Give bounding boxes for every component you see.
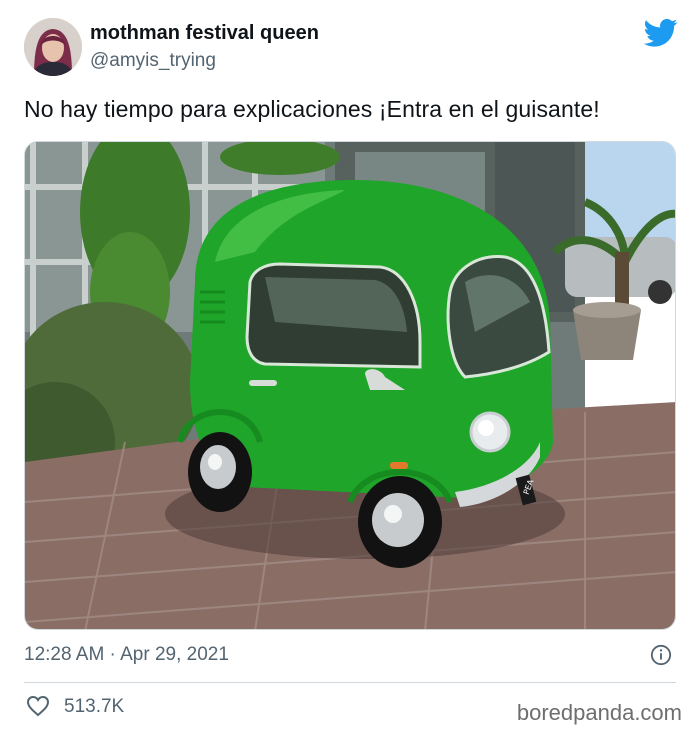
display-name[interactable]: mothman festival queen — [90, 22, 319, 45]
avatar[interactable] — [24, 18, 82, 76]
tweet-text: No hay tiempo para explicaciones ¡Entra … — [24, 96, 600, 122]
watermark: boredpanda.com — [516, 700, 682, 725]
divider — [24, 682, 676, 683]
twitter-bird-icon[interactable] — [644, 18, 678, 48]
heart-icon[interactable] — [26, 695, 50, 717]
user-handle[interactable]: @amyis_trying — [90, 50, 216, 72]
tweet-photo[interactable]: PEA — [24, 141, 676, 630]
like-count[interactable]: 513.7K — [64, 696, 124, 718]
tweet-timestamp[interactable]: 12:28 AM · Apr 29, 2021 — [24, 644, 229, 666]
info-icon[interactable] — [650, 644, 672, 666]
